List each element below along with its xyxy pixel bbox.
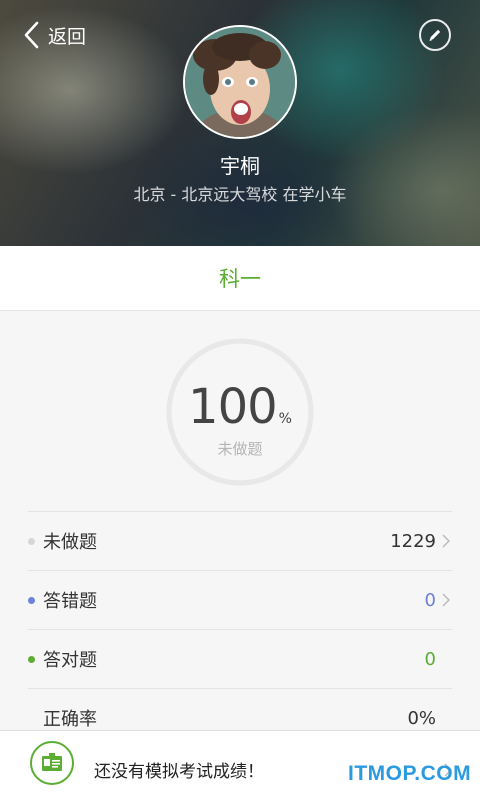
stat-value: 1229 xyxy=(390,530,436,552)
progress-value: 100% xyxy=(165,379,315,435)
back-label: 返回 xyxy=(48,25,87,48)
chevron-left-icon xyxy=(24,21,39,49)
chevron-right-icon xyxy=(442,593,452,607)
progress-ring: 100% 未做题 xyxy=(165,337,315,487)
username: 宇桐 xyxy=(220,154,260,178)
stat-label: 答错题 xyxy=(43,591,97,612)
chevron-right-icon xyxy=(442,534,452,548)
subject-tab[interactable]: 科一 xyxy=(0,246,480,311)
stat-label: 答对题 xyxy=(43,650,97,671)
exam-certificate-icon xyxy=(30,741,74,785)
stat-row-correct: 答对题 0 xyxy=(28,629,452,688)
correct-dot xyxy=(28,655,35,663)
stat-value: 0 xyxy=(424,648,436,670)
profile-header: 返回 宇桐 北京 - 北京远大驾校 在学小车 xyxy=(0,0,480,246)
wrong-dot xyxy=(28,596,35,604)
edit-profile-button[interactable] xyxy=(419,19,451,51)
progress-number: 100 xyxy=(188,379,278,435)
mock-exam-message: 还没有模拟考试成绩！ xyxy=(94,762,264,782)
stat-row-wrong[interactable]: 答错题 0 xyxy=(28,570,452,629)
progress-label: 未做题 xyxy=(217,440,263,458)
user-school-info: 北京 - 北京远大驾校 在学小车 xyxy=(133,185,347,204)
progress-unit: % xyxy=(278,411,292,427)
pencil-icon xyxy=(429,29,441,41)
stat-value: 0% xyxy=(407,707,436,729)
avatar[interactable] xyxy=(183,25,297,139)
stat-value: 0 xyxy=(424,589,436,611)
subject-tab-label: 科一 xyxy=(219,267,261,291)
back-button[interactable]: 返回 xyxy=(22,20,86,50)
stat-row-undone[interactable]: 未做题 1229 xyxy=(28,511,452,570)
watermark: ITMOP.COM xyxy=(348,762,472,785)
stat-label: 未做题 xyxy=(43,532,97,553)
avatar-image xyxy=(185,27,295,137)
undone-dot xyxy=(28,537,35,545)
stat-label: 正确率 xyxy=(43,709,97,730)
